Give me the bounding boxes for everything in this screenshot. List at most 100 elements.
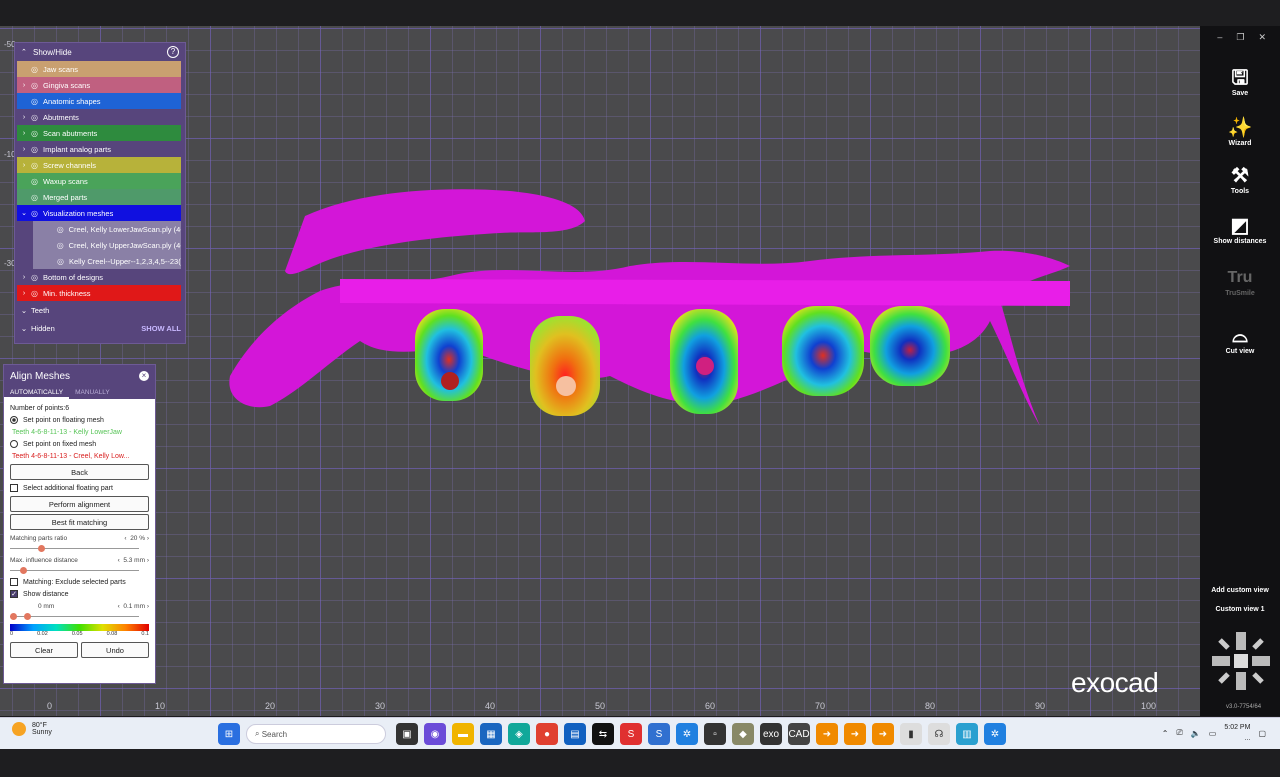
- start-icon[interactable]: ⊞: [218, 723, 240, 745]
- help-icon[interactable]: ?: [167, 46, 179, 58]
- floating-mesh-radio[interactable]: Set point on floating mesh: [10, 414, 149, 426]
- eye-icon[interactable]: ◎: [31, 177, 43, 186]
- influence-distance-slider[interactable]: [10, 566, 149, 576]
- app-icon[interactable]: ➜: [844, 723, 866, 745]
- show-hide-item[interactable]: › ◎ Implant analog parts: [17, 141, 181, 157]
- app-icon[interactable]: ▣: [396, 723, 418, 745]
- expand-arrow-icon[interactable]: ›: [17, 82, 31, 89]
- exclude-selected-checkbox[interactable]: Matching: Exclude selected parts: [10, 576, 149, 588]
- minimize-icon[interactable]: –: [1217, 32, 1222, 43]
- checkbox-checked-icon[interactable]: ✓: [10, 590, 18, 598]
- app-icon[interactable]: ◈: [508, 723, 530, 745]
- wizard-button[interactable]: ✨ Wizard: [1200, 116, 1280, 147]
- app-icon[interactable]: ▮: [900, 723, 922, 745]
- eye-icon[interactable]: ◎: [31, 289, 43, 298]
- undo-button[interactable]: Undo: [81, 642, 149, 658]
- clear-button[interactable]: Clear: [10, 642, 78, 658]
- show-hide-item[interactable]: ◎ Kelly Creel--Upper--1,2,3,4,5--23(: [33, 253, 181, 269]
- eye-icon[interactable]: ◎: [31, 129, 43, 138]
- show-all-button[interactable]: SHOW ALL: [141, 324, 181, 333]
- eye-icon[interactable]: ◎: [31, 81, 43, 90]
- app-icon[interactable]: ✲: [984, 723, 1006, 745]
- app-icon[interactable]: ✲: [676, 723, 698, 745]
- expand-arrow-icon[interactable]: ›: [17, 162, 31, 169]
- radio-selected-icon[interactable]: [10, 416, 18, 424]
- show-hide-item[interactable]: ⌄ ◎ Visualization meshes: [17, 205, 181, 221]
- slider-handle[interactable]: [10, 613, 17, 620]
- expand-arrow-icon[interactable]: ›: [17, 274, 31, 281]
- tab-automatically[interactable]: AUTOMATICALLY: [4, 387, 70, 399]
- eye-icon[interactable]: ◎: [31, 161, 43, 170]
- eye-icon[interactable]: ◎: [31, 273, 43, 282]
- app-icon[interactable]: ➜: [816, 723, 838, 745]
- eye-icon[interactable]: ◎: [31, 209, 43, 218]
- eye-icon[interactable]: ◎: [31, 65, 43, 74]
- slider-handle[interactable]: [20, 567, 27, 574]
- show-hide-item[interactable]: ◎ Creel, Kelly LowerJawScan.ply (4-: [33, 221, 181, 237]
- show-hide-item[interactable]: › ◎ Screw channels: [17, 157, 181, 173]
- cut-view-button[interactable]: ⌓ Cut view: [1200, 324, 1280, 355]
- back-button[interactable]: Back: [10, 464, 149, 480]
- battery-icon[interactable]: ▭: [1209, 729, 1217, 738]
- show-distances-button[interactable]: ◩ Show distances: [1200, 214, 1280, 245]
- eye-icon[interactable]: ◎: [57, 257, 69, 266]
- close-window-icon[interactable]: ✕: [1258, 32, 1266, 43]
- show-hide-item[interactable]: › ◎ Gingiva scans: [17, 77, 181, 93]
- app-icon[interactable]: ▫: [704, 723, 726, 745]
- custom-view-1-button[interactable]: Custom view 1: [1200, 606, 1280, 613]
- notification-icon[interactable]: ▢: [1258, 729, 1266, 738]
- clock[interactable]: 5:02 PM ...: [1224, 722, 1250, 744]
- show-hide-item[interactable]: ◎ Creel, Kelly UpperJawScan.ply (4-: [33, 237, 181, 253]
- eye-icon[interactable]: ◎: [31, 113, 43, 122]
- tab-manually[interactable]: MANUALLY: [69, 387, 116, 399]
- restore-icon[interactable]: ❐: [1236, 32, 1244, 43]
- distance-range-slider[interactable]: [10, 612, 149, 622]
- show-hide-item[interactable]: › ◎ Min. thickness: [17, 285, 181, 301]
- show-hide-item[interactable]: ◎ Merged parts: [17, 189, 181, 205]
- expand-arrow-icon[interactable]: ›: [17, 130, 31, 137]
- show-hide-item[interactable]: ◎ Waxup scans: [17, 173, 181, 189]
- app-icon[interactable]: S: [620, 723, 642, 745]
- checkbox-icon[interactable]: [10, 484, 18, 492]
- best-fit-matching-button[interactable]: Best fit matching: [10, 514, 149, 530]
- folder-icon[interactable]: ▬: [452, 723, 474, 745]
- cad-taskbar-icon[interactable]: CAD: [788, 723, 810, 745]
- app-icon[interactable]: ▤: [564, 723, 586, 745]
- eye-icon[interactable]: ◎: [31, 145, 43, 154]
- exocad-taskbar-icon[interactable]: exo: [760, 723, 782, 745]
- eye-icon[interactable]: ◎: [57, 241, 69, 250]
- eye-icon[interactable]: ◎: [31, 97, 43, 106]
- chrome-icon[interactable]: ●: [536, 723, 558, 745]
- weather-widget[interactable]: 80°F Sunny: [12, 722, 52, 736]
- eye-icon[interactable]: ◎: [57, 225, 69, 234]
- app-icon[interactable]: ➜: [872, 723, 894, 745]
- view-orientation-widget[interactable]: [1208, 628, 1274, 694]
- teeth-row[interactable]: ⌄ Teeth: [15, 301, 185, 319]
- volume-icon[interactable]: 🔈: [1191, 729, 1201, 738]
- show-hide-item[interactable]: › ◎ Bottom of designs: [17, 269, 181, 285]
- show-hide-item[interactable]: ◎ Anatomic shapes: [17, 93, 181, 109]
- matching-ratio-slider[interactable]: [10, 544, 149, 554]
- slider-handle[interactable]: [37, 545, 45, 552]
- show-distance-checkbox[interactable]: ✓ Show distance: [10, 588, 149, 600]
- close-icon[interactable]: ×: [139, 371, 149, 381]
- fixed-mesh-radio[interactable]: Set point on fixed mesh: [10, 438, 149, 450]
- show-hide-item[interactable]: › ◎ Abutments: [17, 109, 181, 125]
- save-button[interactable]: 🖫 Save: [1200, 66, 1280, 97]
- app-icon[interactable]: ◆: [732, 723, 754, 745]
- network-icon[interactable]: ⎚: [1176, 728, 1182, 738]
- expand-arrow-icon[interactable]: ›: [17, 290, 31, 297]
- expand-arrow-icon[interactable]: ›: [17, 114, 31, 121]
- show-hide-item[interactable]: › ◎ Scan abutments: [17, 125, 181, 141]
- checkbox-icon[interactable]: [10, 578, 18, 586]
- app-icon[interactable]: ▥: [956, 723, 978, 745]
- radio-unselected-icon[interactable]: [10, 440, 18, 448]
- app-icon[interactable]: ◉: [424, 723, 446, 745]
- slider-handle[interactable]: [24, 613, 31, 620]
- dental-mesh-model[interactable]: [210, 161, 1090, 451]
- app-icon[interactable]: ☊: [928, 723, 950, 745]
- show-hide-header[interactable]: ⌃ Show/Hide ?: [15, 43, 185, 61]
- show-hide-item[interactable]: ◎ Jaw scans: [17, 61, 181, 77]
- app-icon[interactable]: ▦: [480, 723, 502, 745]
- trusmile-button[interactable]: Tru TruSmile: [1200, 266, 1280, 297]
